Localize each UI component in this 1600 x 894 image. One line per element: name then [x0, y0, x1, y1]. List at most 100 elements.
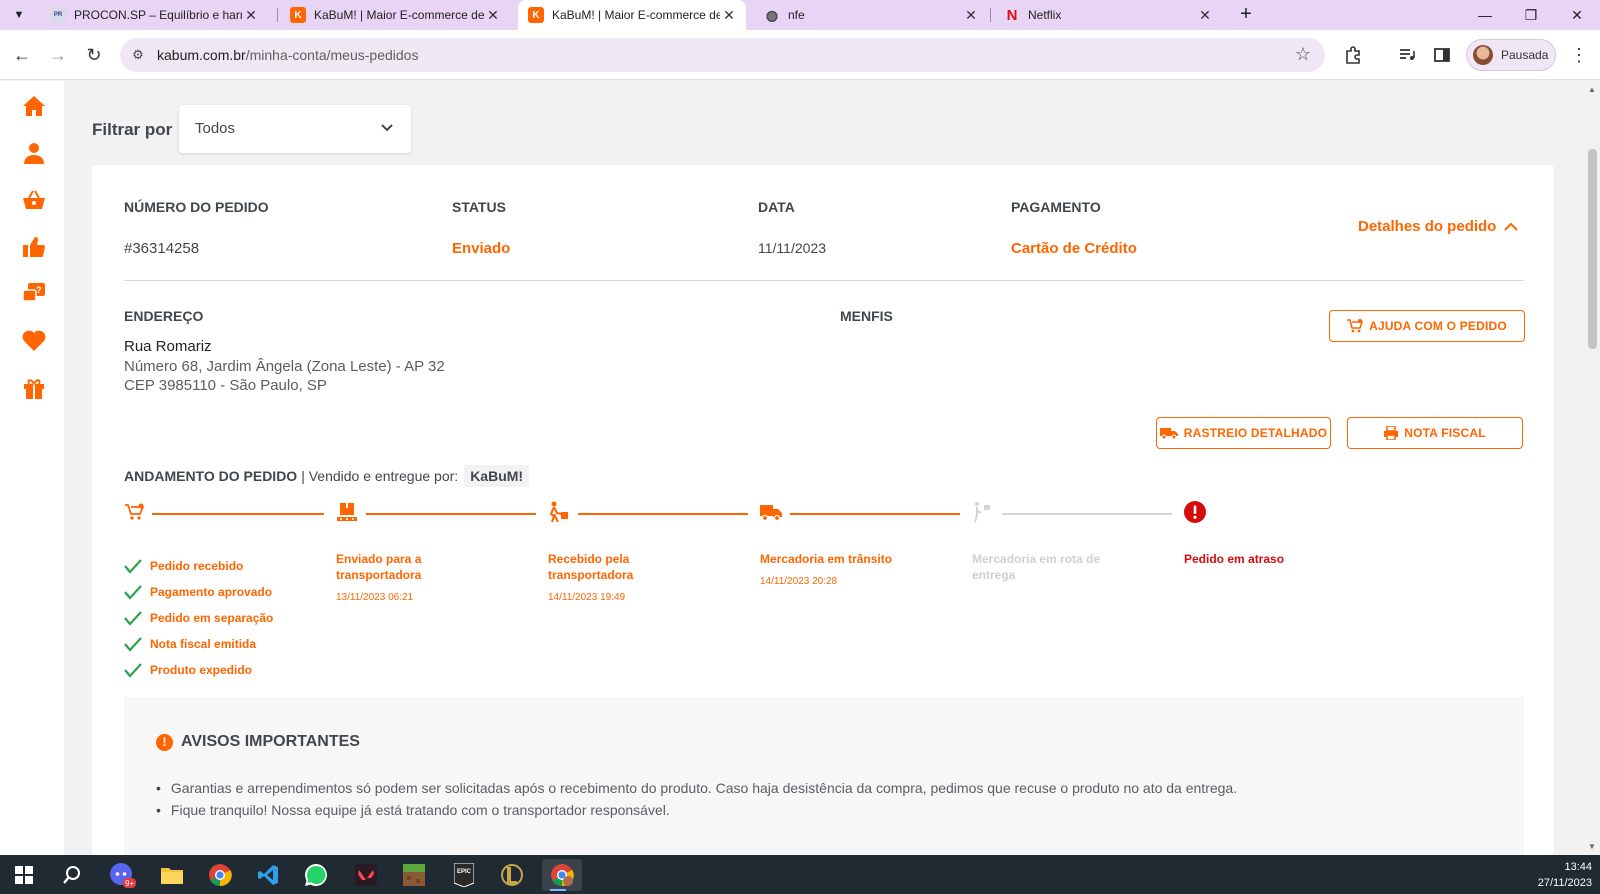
close-tab-icon[interactable]: ✕: [484, 7, 502, 24]
media-control-icon[interactable]: [1396, 44, 1418, 66]
payment-method: Cartão de Crédito: [1011, 240, 1137, 257]
progress-line: [790, 513, 960, 515]
checkmark-icon: [124, 663, 142, 678]
important-notices: ! AVISOS IMPORTANTES Garantias e arrepen…: [124, 697, 1524, 855]
step-date: 14/11/2023 20:28: [760, 576, 838, 587]
restore-button[interactable]: ❐: [1508, 0, 1554, 30]
bookmark-star-icon[interactable]: ☆: [1295, 44, 1311, 65]
chrome-icon[interactable]: [204, 859, 236, 891]
basket-icon[interactable]: [21, 187, 47, 213]
tracking-button[interactable]: RASTREIO DETALHADO: [1156, 417, 1331, 449]
discord-icon[interactable]: 9+: [106, 859, 138, 891]
forward-button[interactable]: →: [46, 43, 70, 67]
tab-search-button[interactable]: ▼: [6, 4, 32, 26]
tab-separator: [990, 8, 991, 22]
file-explorer-icon[interactable]: [156, 859, 188, 891]
clock-time: 13:44: [1564, 861, 1592, 873]
epic-games-icon[interactable]: EPIC: [448, 859, 480, 891]
profile-button[interactable]: Pausada: [1466, 39, 1556, 71]
scrollbar-thumb[interactable]: [1588, 149, 1597, 349]
check-item: Pagamento aprovado: [124, 583, 272, 601]
windows-taskbar: 9+ EPIC 13:44 27/11/2023: [0, 855, 1600, 894]
system-clock[interactable]: 13:44 27/11/2023: [1538, 859, 1592, 891]
close-window-button[interactable]: ✕: [1554, 0, 1600, 30]
step-title-delayed: Pedido em atraso: [1184, 552, 1285, 566]
order-date: 11/11/2023: [758, 240, 826, 256]
globe-icon: ◍: [765, 6, 779, 23]
scroll-down-icon[interactable]: ▼: [1588, 842, 1596, 851]
thumbs-up-icon[interactable]: [21, 234, 47, 260]
chevron-down-icon: [381, 124, 393, 132]
step-title-pending: Mercadoria em rota de entrega: [972, 552, 1101, 582]
procon-favicon-icon: PR: [50, 7, 66, 23]
reload-button[interactable]: ↻: [82, 43, 106, 67]
account-sidebar: ?: [0, 81, 64, 855]
extensions-icon[interactable]: [1342, 44, 1364, 66]
status-filter-select[interactable]: Todos: [179, 105, 411, 153]
clock-date: 27/11/2023: [1537, 877, 1592, 889]
delivery-route-icon: [972, 501, 994, 523]
address-cep: CEP 3985110 - São Paulo, SP: [124, 377, 327, 394]
checkmark-icon: [124, 637, 142, 652]
notification-badge: 9+: [125, 879, 134, 888]
seller-badge: KaBuM!: [464, 465, 530, 487]
notice-item: Fique tranquilo! Nossa equipe já está tr…: [156, 802, 670, 818]
address-bar[interactable]: ⚙ kabum.com.br/minha-conta/meus-pedidos …: [120, 38, 1325, 72]
search-icon[interactable]: [56, 859, 88, 891]
site-info-icon[interactable]: ⚙: [130, 47, 146, 63]
minecraft-icon[interactable]: [398, 859, 430, 891]
menu-kebab-icon[interactable]: ⋮: [1568, 44, 1590, 66]
valorant-icon[interactable]: [350, 859, 382, 891]
payment-header: PAGAMENTO: [1011, 199, 1101, 215]
heart-icon[interactable]: [21, 328, 47, 354]
invoice-printer-icon: [1384, 426, 1399, 440]
filter-label: Filtrar por: [92, 120, 173, 139]
delivery-person-icon: [548, 501, 570, 523]
step-date: 13/11/2023 06:21: [336, 592, 414, 603]
tab-procon[interactable]: PR PROCON.SP – Equilíbrio e harm ✕: [40, 0, 268, 30]
windows-start-icon[interactable]: [8, 859, 40, 891]
close-tab-icon[interactable]: ✕: [720, 7, 738, 24]
new-tab-button[interactable]: +: [1234, 3, 1258, 27]
tab-netflix[interactable]: N Netflix ✕: [994, 0, 1222, 30]
svg-text:?: ?: [36, 285, 42, 295]
order-number: #36314258: [124, 240, 200, 257]
chrome-profile-icon[interactable]: [542, 859, 582, 891]
close-tab-icon[interactable]: ✕: [1196, 7, 1214, 24]
close-tab-icon[interactable]: ✕: [242, 7, 260, 24]
check-label: Produto expedido: [150, 663, 252, 677]
tab-separator: [277, 8, 278, 22]
page-scrollbar[interactable]: ▲ ▼: [1584, 81, 1600, 855]
check-item: Pedido em separação: [124, 609, 273, 627]
close-tab-icon[interactable]: ✕: [962, 7, 980, 24]
support-chat-icon[interactable]: ?: [21, 281, 47, 307]
svg-text:EPIC: EPIC: [457, 869, 472, 875]
vscode-icon[interactable]: [252, 859, 284, 891]
cart-check-icon: [124, 501, 146, 523]
minimize-button[interactable]: —: [1462, 0, 1508, 30]
check-label: Nota fiscal emitida: [150, 637, 257, 651]
invoice-button[interactable]: NOTA FISCAL: [1347, 417, 1523, 449]
side-panel-icon[interactable]: [1431, 44, 1453, 66]
league-of-legends-icon[interactable]: [496, 859, 528, 891]
check-item: Produto expedido: [124, 661, 252, 679]
url-text[interactable]: kabum.com.br/minha-conta/meus-pedidos: [157, 47, 418, 63]
tab-kabum-1[interactable]: K KaBuM! | Maior E-commerce de ✕: [280, 0, 510, 30]
tab-strip: ▼ PR PROCON.SP – Equilíbrio e harm ✕ K K…: [0, 0, 1600, 30]
checkmark-icon: [124, 559, 142, 574]
whatsapp-icon[interactable]: [300, 859, 332, 891]
user-icon[interactable]: [21, 140, 47, 166]
order-details-toggle[interactable]: Detalhes do pedido: [1358, 218, 1519, 235]
back-button[interactable]: ←: [10, 43, 34, 67]
order-help-button[interactable]: AJUDA COM O PEDIDO: [1329, 310, 1525, 342]
step-date: 14/11/2023 19:49: [548, 592, 626, 603]
tab-kabum-active[interactable]: K KaBuM! | Maior E-commerce de ✕: [518, 0, 746, 30]
home-icon[interactable]: [21, 93, 47, 119]
order-status: Enviado: [452, 240, 511, 257]
tab-nfe[interactable]: ◍ nfe ✕: [754, 0, 988, 30]
notice-title: AVISOS IMPORTANTES: [181, 733, 360, 750]
gift-icon[interactable]: [21, 375, 47, 401]
check-label: Pedido em separação: [150, 611, 274, 625]
scroll-up-icon[interactable]: ▲: [1588, 85, 1596, 94]
package-icon: [336, 501, 358, 523]
